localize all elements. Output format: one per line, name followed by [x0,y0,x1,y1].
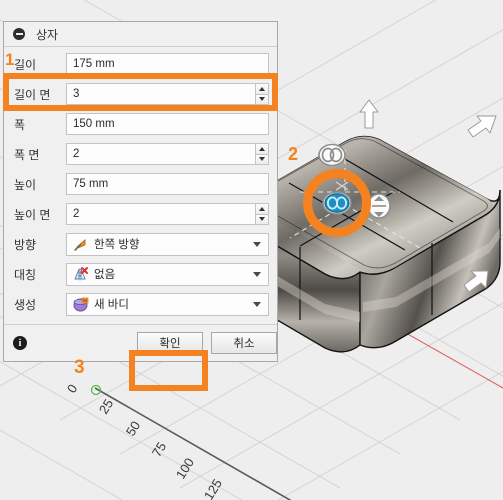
spinner-down-icon[interactable] [255,93,269,105]
dialog-title: 상자 [36,27,59,42]
input-length-faces-value: 3 [73,88,80,100]
input-height[interactable]: 75 mm [66,173,269,195]
field-row-direction: 방향 한쪽 방향 [4,231,277,257]
dialog-footer: i 확인 취소 [4,324,277,361]
label-symmetry: 대칭 [14,267,37,282]
spinner-up-icon[interactable] [255,143,269,154]
input-length[interactable]: 175 mm [66,53,269,75]
spinner-height-faces[interactable] [255,203,269,225]
dialog-title-bar[interactable]: 상자 [4,22,277,47]
label-height: 높이 [14,177,37,192]
annotation-step-3: 3 [74,357,85,378]
ok-button[interactable]: 확인 [137,332,203,354]
new-body-icon [72,296,89,313]
annotation-step-1: 1 [5,50,15,69]
field-row-operation: 생성 새 바디 [4,291,277,317]
dialog-body: 길이 175 mm 길이 면 3 폭 150 mm 폭 면 2 높이 75 mm… [4,47,277,317]
input-width-faces[interactable]: 2 [66,143,269,165]
spinner-up-icon[interactable] [255,83,269,94]
label-operation: 생성 [14,297,37,312]
label-height-faces: 높이 면 [14,207,51,222]
label-length: 길이 [14,57,37,72]
dropdown-symmetry[interactable]: 없음 [66,262,269,286]
symmetry-none-icon [72,266,89,283]
field-row-length: 길이 175 mm [4,51,277,77]
spinner-length-faces[interactable] [255,83,269,105]
spinner-down-icon[interactable] [255,153,269,165]
face-count-handle-alt-icon [367,193,391,219]
field-row-symmetry: 대칭 없음 [4,261,277,287]
field-row-height: 높이 75 mm [4,171,277,197]
annotation-step-2: 2 [288,144,299,164]
dropdown-operation[interactable]: 새 바디 [66,292,269,316]
spinner-width-faces[interactable] [255,143,269,165]
input-length-faces[interactable]: 3 [66,83,269,105]
direction-flag-icon [72,236,89,253]
dropdown-direction[interactable]: 한쪽 방향 [66,232,269,256]
input-width-faces-value: 2 [73,148,80,160]
dropdown-symmetry-value: 없음 [94,269,116,281]
label-direction: 방향 [14,237,37,252]
info-icon[interactable]: i [13,336,27,350]
field-row-height-faces: 높이 면 2 [4,201,277,227]
input-width[interactable]: 150 mm [66,113,269,135]
face-count-handle-icon [318,143,346,167]
input-height-faces[interactable]: 2 [66,203,269,225]
cancel-button[interactable]: 취소 [211,332,277,354]
collapse-icon[interactable] [13,28,25,40]
field-row-length-faces: 길이 면 3 [4,81,277,107]
spinner-down-icon[interactable] [255,213,269,225]
face-count-handle-selected-icon [322,191,352,215]
dropdown-operation-value: 새 바디 [94,299,129,311]
chevron-down-icon[interactable] [253,302,261,307]
label-length-faces: 길이 면 [14,87,51,102]
spinner-up-icon[interactable] [255,203,269,214]
chevron-down-icon[interactable] [253,272,261,277]
label-width-faces: 폭 면 [14,147,40,162]
dropdown-direction-value: 한쪽 방향 [94,239,140,251]
box-dialog[interactable]: 상자 길이 175 mm 길이 면 3 폭 150 mm 폭 면 2 높이 75… [3,21,278,362]
label-width: 폭 [14,117,26,132]
chevron-down-icon[interactable] [253,242,261,247]
field-row-width-faces: 폭 면 2 [4,141,277,167]
input-height-faces-value: 2 [73,208,80,220]
field-row-width: 폭 150 mm [4,111,277,137]
